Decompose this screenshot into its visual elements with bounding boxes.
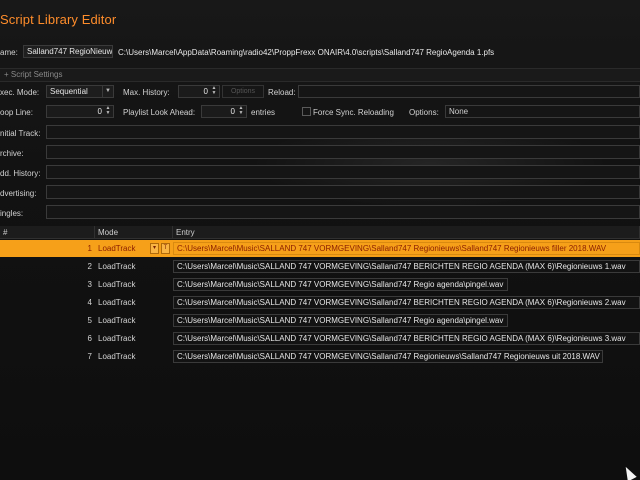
advertising-field[interactable]	[46, 185, 640, 199]
initial-track-label: nitial Track:	[0, 129, 41, 138]
playlist-look-ahead-spinner[interactable]: 0 ▲ ▼	[201, 105, 247, 118]
add-history-field[interactable]	[46, 165, 640, 179]
add-history-label: dd. History:	[0, 169, 41, 178]
row-entry[interactable]: C:\Users\Marcel\Music\SALLAND 747 VORMGE…	[173, 314, 508, 327]
table-row[interactable]: 5 LoadTrack C:\Users\Marcel\Music\SALLAN…	[0, 312, 640, 329]
options-field[interactable]: None	[445, 105, 640, 118]
window-title: Script Library Editor	[0, 12, 117, 27]
row-entry[interactable]: C:\Users\Marcel\Music\SALLAND 747 VORMGE…	[173, 242, 640, 255]
text-edit-icon[interactable]: T	[161, 243, 170, 254]
playlist-look-ahead-value: 0	[230, 107, 235, 116]
table-row[interactable]: 7 LoadTrack C:\Users\Marcel\Music\SALLAN…	[0, 348, 640, 365]
archive-label: rchive:	[0, 149, 24, 158]
chevron-down-icon[interactable]: ▾	[150, 243, 159, 254]
script-path-text: C:\Users\Marcel\AppData\Roaming\radio42\…	[118, 48, 495, 57]
exec-mode-select[interactable]: Sequential ▼	[46, 85, 114, 98]
mouse-cursor-icon	[621, 464, 637, 480]
row-mode[interactable]: LoadTrack	[95, 294, 173, 311]
spin-arrows-icon[interactable]: ▲ ▼	[210, 86, 218, 97]
table-row[interactable]: 3 LoadTrack C:\Users\Marcel\Music\SALLAN…	[0, 276, 640, 293]
advertising-label: dvertising:	[0, 189, 37, 198]
options-label: Options:	[409, 108, 439, 117]
row-entry[interactable]: C:\Users\Marcel\Music\SALLAND 747 VORMGE…	[173, 350, 603, 363]
max-history-label: Max. History:	[123, 88, 170, 97]
max-history-value: 0	[203, 87, 208, 96]
row-mode[interactable]: LoadTrack	[95, 258, 173, 275]
script-library-editor-window: Script Library Editor ame: Salland747 Re…	[0, 0, 640, 480]
spin-arrows-icon[interactable]: ▲ ▼	[104, 106, 112, 117]
max-history-spinner[interactable]: 0 ▲ ▼	[178, 85, 220, 98]
column-header-mode[interactable]: Mode	[95, 226, 173, 239]
options-button[interactable]: Options	[222, 85, 264, 98]
table-row[interactable]: 1 LoadTrack ▾ T C:\Users\Marcel\Music\SA…	[0, 240, 640, 257]
row-entry[interactable]: C:\Users\Marcel\Music\SALLAND 747 VORMGE…	[173, 332, 640, 345]
column-header-entry[interactable]: Entry	[173, 226, 640, 239]
row-mode[interactable]: LoadTrack	[95, 312, 173, 329]
exec-mode-value: Sequential	[50, 87, 88, 96]
loop-line-spinner[interactable]: 0 ▲ ▼	[46, 105, 114, 118]
row-entry[interactable]: C:\Users\Marcel\Music\SALLAND 747 VORMGE…	[173, 260, 640, 273]
exec-mode-label: xec. Mode:	[0, 88, 40, 97]
table-row[interactable]: 4 LoadTrack C:\Users\Marcel\Music\SALLAN…	[0, 294, 640, 311]
reload-field[interactable]	[298, 85, 640, 98]
reload-label: Reload:	[268, 88, 296, 97]
row-entry[interactable]: C:\Users\Marcel\Music\SALLAND 747 VORMGE…	[173, 296, 640, 309]
entries-label: entries	[251, 108, 276, 117]
row-mode[interactable]: LoadTrack	[95, 330, 173, 347]
column-header-number[interactable]: #	[0, 226, 95, 239]
row-number: 1	[87, 244, 92, 253]
loop-line-label: oop Line:	[0, 108, 33, 117]
script-settings-label: + Script Settings	[4, 70, 63, 79]
name-label: ame:	[0, 48, 18, 57]
row-mode[interactable]: LoadTrack	[95, 348, 173, 365]
row-entry[interactable]: C:\Users\Marcel\Music\SALLAND 747 VORMGE…	[173, 278, 508, 291]
script-settings-section[interactable]: + Script Settings	[0, 68, 640, 82]
table-row[interactable]: 6 LoadTrack C:\Users\Marcel\Music\SALLAN…	[0, 330, 640, 347]
row-number: 7	[87, 352, 92, 361]
row-number: 3	[87, 280, 92, 289]
chevron-down-icon: ▼	[102, 86, 113, 97]
script-name-field[interactable]: Salland747 RegioNieuws	[23, 45, 113, 58]
row-number: 6	[87, 334, 92, 343]
initial-track-field[interactable]	[46, 125, 640, 139]
playlist-look-ahead-label: Playlist Look Ahead:	[123, 108, 196, 117]
row-number: 4	[87, 298, 92, 307]
force-sync-label: Force Sync. Reloading	[313, 108, 394, 117]
loop-line-value: 0	[97, 107, 102, 116]
archive-field[interactable]	[46, 145, 640, 159]
row-mode[interactable]: LoadTrack	[95, 276, 173, 293]
spin-arrows-icon[interactable]: ▲ ▼	[237, 106, 245, 117]
force-sync-checkbox[interactable]	[302, 107, 311, 116]
table-row[interactable]: 2 LoadTrack C:\Users\Marcel\Music\SALLAN…	[0, 258, 640, 275]
jingles-label: ingles:	[0, 209, 24, 218]
jingles-field[interactable]	[46, 205, 640, 219]
row-number: 2	[87, 262, 92, 271]
row-number: 5	[87, 316, 92, 325]
